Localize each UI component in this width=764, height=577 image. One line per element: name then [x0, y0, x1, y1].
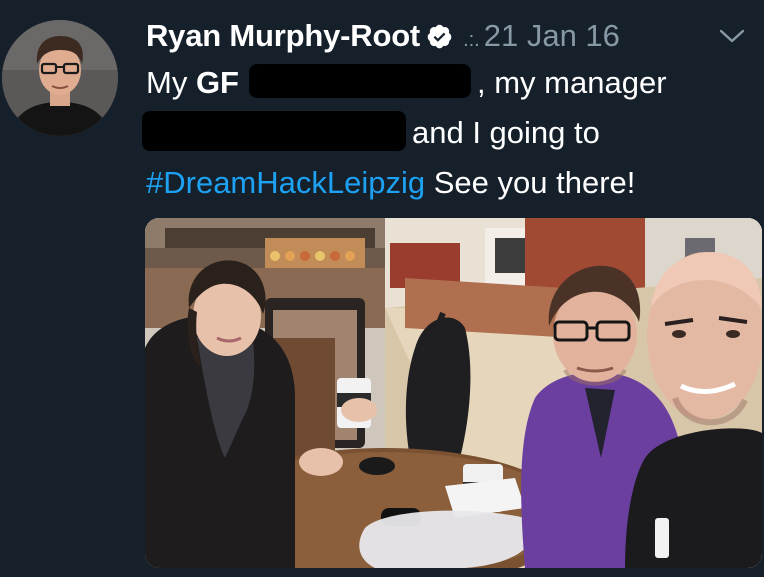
avatar-photo — [2, 20, 118, 136]
tweet-text-line-3: #DreamHackLeipzig See you there! — [146, 158, 746, 208]
tweet-header: Ryan Murphy-Root .:. 21 Jan 16 — [146, 16, 756, 56]
hashtag-link[interactable]: #DreamHackLeipzig — [146, 165, 425, 200]
tweet-text-line-1: My GF , my manager — [146, 58, 746, 108]
author-display-name[interactable]: Ryan Murphy-Root — [146, 18, 420, 54]
tweet-date[interactable]: 21 Jan 16 — [484, 18, 620, 54]
chevron-down-icon[interactable] — [718, 26, 746, 46]
redacted-name-block — [142, 110, 406, 151]
redacted-name-block — [249, 63, 471, 98]
tweet-text: My GF , my manager and I going to #DreamH… — [142, 58, 746, 208]
tweet-photo-image — [145, 218, 762, 568]
tweet-text-line-2: and I going to — [142, 108, 746, 158]
tweet-text-line2: and I going to — [412, 115, 600, 150]
tweet-text-prefix: My — [146, 65, 196, 100]
tweet-photo[interactable] — [145, 218, 762, 568]
verified-badge-icon — [427, 24, 452, 48]
header-separator: .:. — [463, 28, 480, 51]
tweet-text-bold: GF — [195, 65, 239, 100]
avatar[interactable] — [2, 20, 118, 136]
tweet-text-suffix: , my manager — [477, 65, 667, 100]
tweet-text-line3: See you there! — [425, 165, 636, 200]
